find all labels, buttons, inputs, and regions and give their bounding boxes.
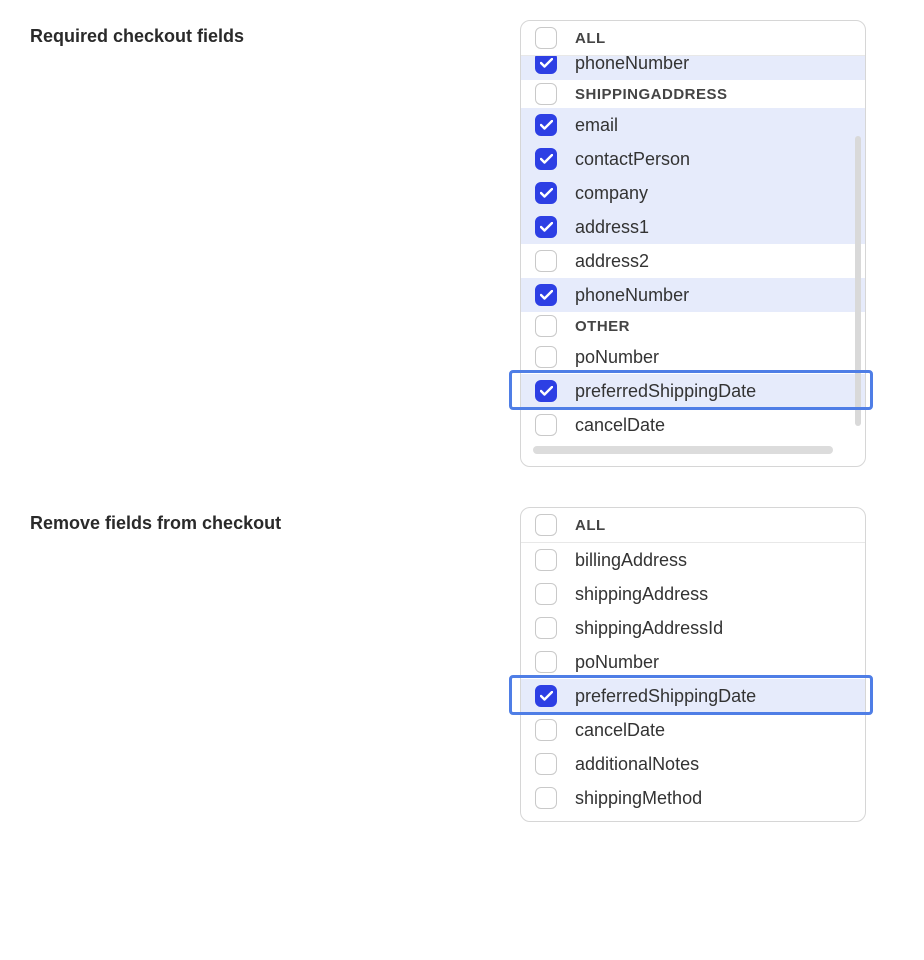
checkbox-checked-icon[interactable] <box>535 56 557 74</box>
list-item[interactable]: poNumber <box>521 645 865 679</box>
checkbox-checked-icon[interactable] <box>535 216 557 238</box>
list-item-label: address2 <box>575 251 649 272</box>
remove-all-row[interactable]: ALL <box>521 508 865 543</box>
required-fields-listbox: ALL phoneNumber SHIPPINGADDRESS email con… <box>520 20 866 467</box>
list-item[interactable]: preferredShippingDate <box>521 374 865 408</box>
group-label: SHIPPINGADDRESS <box>575 86 728 103</box>
checkbox-checked-icon[interactable] <box>535 380 557 402</box>
checkbox-checked-icon[interactable] <box>535 284 557 306</box>
list-item-label: billingAddress <box>575 550 687 571</box>
list-item-label: preferredShippingDate <box>575 381 756 402</box>
list-item[interactable]: cancelDate <box>521 408 865 442</box>
list-item[interactable]: shippingAddressId <box>521 611 865 645</box>
checkbox-unchecked-icon[interactable] <box>535 346 557 368</box>
list-item-label: email <box>575 115 618 136</box>
list-item[interactable]: shippingAddress <box>521 577 865 611</box>
list-item[interactable]: company <box>521 176 865 210</box>
remove-list-body: billingAddress shippingAddress shippingAdd… <box>521 543 865 821</box>
list-item[interactable]: contactPerson <box>521 142 865 176</box>
checkbox-unchecked-icon[interactable] <box>535 583 557 605</box>
remove-fields-section: Remove fields from checkout ALL billingA… <box>30 507 894 822</box>
list-item[interactable]: billingAddress <box>521 543 865 577</box>
required-list-body: phoneNumber SHIPPINGADDRESS email contact… <box>521 56 865 466</box>
list-item[interactable]: address1 <box>521 210 865 244</box>
checkbox-unchecked-icon[interactable] <box>535 651 557 673</box>
list-item[interactable]: poNumber <box>521 340 865 374</box>
checkbox-checked-icon[interactable] <box>535 182 557 204</box>
checkbox-unchecked-icon[interactable] <box>535 250 557 272</box>
remove-fields-label: Remove fields from checkout <box>30 507 520 534</box>
remove-all-label: ALL <box>575 517 606 534</box>
remove-fields-listbox: ALL billingAddress shippingAddress shippin… <box>520 507 866 822</box>
checkbox-unchecked-icon[interactable] <box>535 549 557 571</box>
list-item-label: shippingMethod <box>575 788 702 809</box>
checkbox-checked-icon[interactable] <box>535 114 557 136</box>
checkbox-unchecked-icon[interactable] <box>535 617 557 639</box>
list-item-label: address1 <box>575 217 649 238</box>
clipped-row: phoneNumber <box>521 56 865 80</box>
checkbox-checked-icon[interactable] <box>535 685 557 707</box>
checkbox-unchecked-icon[interactable] <box>535 753 557 775</box>
list-item-label: shippingAddress <box>575 584 708 605</box>
checkbox-unchecked-icon[interactable] <box>535 787 557 809</box>
list-item-label: poNumber <box>575 652 659 673</box>
list-item[interactable]: shippingMethod <box>521 781 865 815</box>
checkbox-unchecked-icon[interactable] <box>535 514 557 536</box>
checkbox-unchecked-icon[interactable] <box>535 414 557 436</box>
list-item[interactable]: cancelDate <box>521 713 865 747</box>
list-item-label: phoneNumber <box>575 56 689 74</box>
horizontal-scrollbar[interactable] <box>533 446 833 454</box>
list-item[interactable]: phoneNumber <box>521 278 865 312</box>
list-item[interactable]: additionalNotes <box>521 747 865 781</box>
list-item-label: cancelDate <box>575 720 665 741</box>
group-label: OTHER <box>575 318 630 335</box>
group-header-shippingaddress[interactable]: SHIPPINGADDRESS <box>521 80 865 108</box>
checkbox-unchecked-icon[interactable] <box>535 83 557 105</box>
checkbox-unchecked-icon[interactable] <box>535 719 557 741</box>
required-all-label: ALL <box>575 30 606 47</box>
required-fields-label: Required checkout fields <box>30 20 520 47</box>
checkbox-unchecked-icon[interactable] <box>535 315 557 337</box>
vertical-scrollbar[interactable] <box>855 136 861 426</box>
required-fields-section: Required checkout fields ALL phoneNumber… <box>30 20 894 467</box>
list-item-label: preferredShippingDate <box>575 686 756 707</box>
list-item[interactable]: phoneNumber <box>521 56 865 80</box>
list-item-label: phoneNumber <box>575 285 689 306</box>
list-item-label: contactPerson <box>575 149 690 170</box>
list-item[interactable]: address2 <box>521 244 865 278</box>
list-item-label: shippingAddressId <box>575 618 723 639</box>
required-all-row[interactable]: ALL <box>521 21 865 56</box>
group-header-other[interactable]: OTHER <box>521 312 865 340</box>
list-item-label: poNumber <box>575 347 659 368</box>
list-item-label: additionalNotes <box>575 754 699 775</box>
list-item[interactable]: email <box>521 108 865 142</box>
list-item-label: cancelDate <box>575 415 665 436</box>
checkbox-checked-icon[interactable] <box>535 148 557 170</box>
list-item-label: company <box>575 183 648 204</box>
checkbox-unchecked-icon[interactable] <box>535 27 557 49</box>
list-item[interactable]: preferredShippingDate <box>521 679 865 713</box>
